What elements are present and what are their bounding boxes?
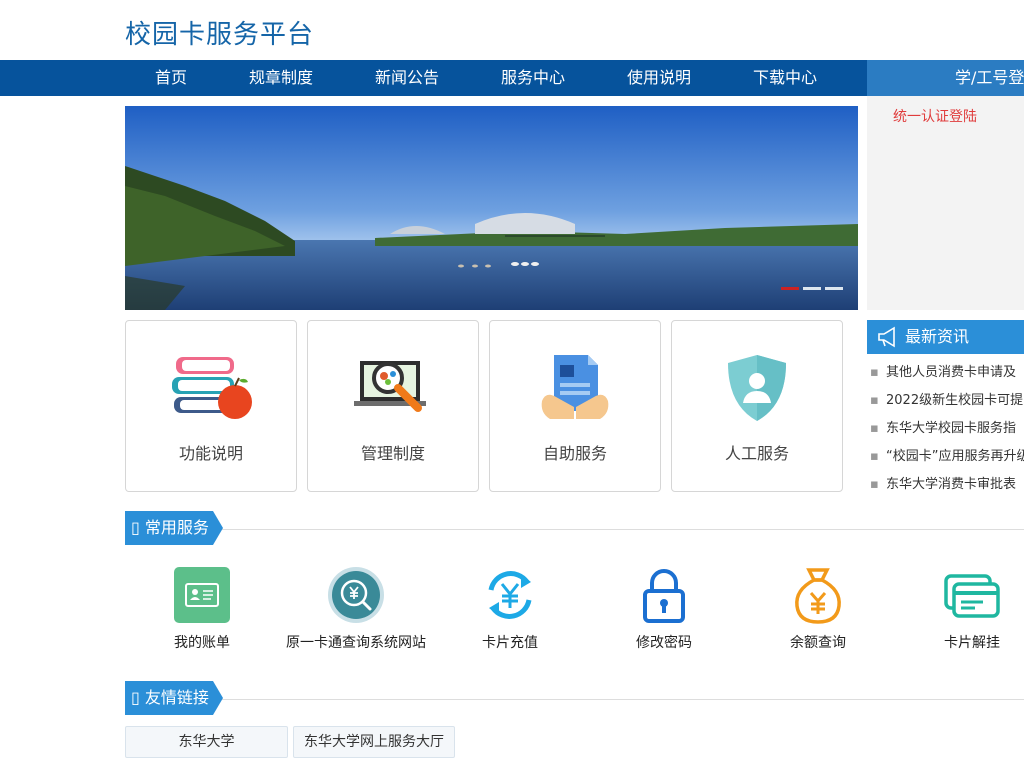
site-title: 校园卡服务平台 xyxy=(125,20,315,50)
service-label: 我的账单 xyxy=(174,635,230,651)
lock-icon xyxy=(643,569,685,623)
card-label: 功能说明 xyxy=(178,444,243,463)
service-label: 卡片充值 xyxy=(482,635,538,651)
hand-document-icon xyxy=(541,355,609,419)
card-label: 管理制度 xyxy=(360,444,425,463)
news-list: ▪ 其他人员消费卡申请及 ▪ 2022级新生校园卡可提 ▪ 东华大学校园卡服务指 ▪ “… xyxy=(870,362,1024,502)
login-panel: 统一认证登陆 xyxy=(867,96,1024,310)
money-bag-icon xyxy=(795,568,841,624)
section-tag-arrow xyxy=(213,681,223,715)
news-title: 最新资讯 xyxy=(905,327,970,346)
card-management-rules[interactable]: 管理制度 xyxy=(307,320,479,492)
section-tag-icon: ▯ xyxy=(131,518,140,537)
section-tag-icon: ▯ xyxy=(131,688,140,707)
nav-usage-guide[interactable]: 使用说明 xyxy=(627,60,691,96)
news-item[interactable]: ▪ 其他人员消费卡申请及 xyxy=(870,362,1024,390)
carousel-dot[interactable] xyxy=(781,287,799,290)
shield-person-icon xyxy=(728,355,786,421)
section-header-common-services: ▯ 常用服务 xyxy=(125,511,213,545)
news-item[interactable]: ▪ 东华大学消费卡审批表 xyxy=(870,474,1024,502)
nav-news[interactable]: 新闻公告 xyxy=(375,60,439,96)
friend-link-dhu-service-hall[interactable]: 东华大学网上服务大厅 xyxy=(293,726,455,758)
cards-icon xyxy=(944,574,1000,618)
service-label: 卡片解挂 xyxy=(944,635,1000,651)
card-self-service[interactable]: 自助服务 xyxy=(489,320,661,492)
banner-carousel[interactable] xyxy=(125,106,858,310)
card-label: 人工服务 xyxy=(724,444,789,463)
yuan-refresh-icon xyxy=(488,571,532,619)
nav-downloads[interactable]: 下载中心 xyxy=(753,60,817,96)
service-balance-query[interactable]: 余额查询 xyxy=(743,566,893,652)
section-divider xyxy=(125,529,1024,530)
friend-link-dhu[interactable]: 东华大学 xyxy=(125,726,288,758)
nav-service-center[interactable]: 服务中心 xyxy=(501,60,565,96)
card-manual-service[interactable]: 人工服务 xyxy=(671,320,843,492)
service-label: 余额查询 xyxy=(790,635,846,651)
account-card-icon xyxy=(174,567,230,623)
section-header-friend-links: ▯ 友情链接 xyxy=(125,681,213,715)
news-header: 最新资讯 xyxy=(867,320,1024,354)
service-label: 修改密码 xyxy=(636,635,692,651)
service-my-bill[interactable]: 我的账单 xyxy=(127,566,277,652)
books-apple-icon xyxy=(172,357,252,419)
news-item[interactable]: ▪ “校园卡”应用服务再升级 xyxy=(870,446,1024,474)
carousel-dot[interactable] xyxy=(825,287,843,290)
service-card-unlock[interactable]: 卡片解挂 xyxy=(897,566,1024,652)
nav-home[interactable]: 首页 xyxy=(155,60,187,96)
card-label: 自助服务 xyxy=(542,444,607,463)
service-card-recharge[interactable]: 卡片充值 xyxy=(435,566,585,652)
carousel-indicators xyxy=(781,287,843,290)
card-function-guide[interactable]: 功能说明 xyxy=(125,320,297,492)
section-divider xyxy=(125,699,1024,700)
laptop-magnifier-icon xyxy=(354,361,426,412)
news-item[interactable]: ▪ 东华大学校园卡服务指 xyxy=(870,418,1024,446)
service-change-password[interactable]: 修改密码 xyxy=(589,566,739,652)
section-tag-arrow xyxy=(213,511,223,545)
news-item[interactable]: ▪ 2022级新生校园卡可提 xyxy=(870,390,1024,418)
service-legacy-card-site[interactable]: 原一卡通查询系统网站 xyxy=(281,566,431,652)
sso-login-link[interactable]: 统一认证登陆 xyxy=(893,106,977,126)
yuan-search-icon xyxy=(328,567,384,623)
nav-regulations[interactable]: 规章制度 xyxy=(249,60,313,96)
service-label: 原一卡通查询系统网站 xyxy=(286,635,426,651)
login-tab[interactable]: 学/工号登陆 xyxy=(867,60,1024,96)
megaphone-icon xyxy=(878,326,895,348)
banner-image xyxy=(125,106,858,310)
carousel-dot[interactable] xyxy=(803,287,821,290)
